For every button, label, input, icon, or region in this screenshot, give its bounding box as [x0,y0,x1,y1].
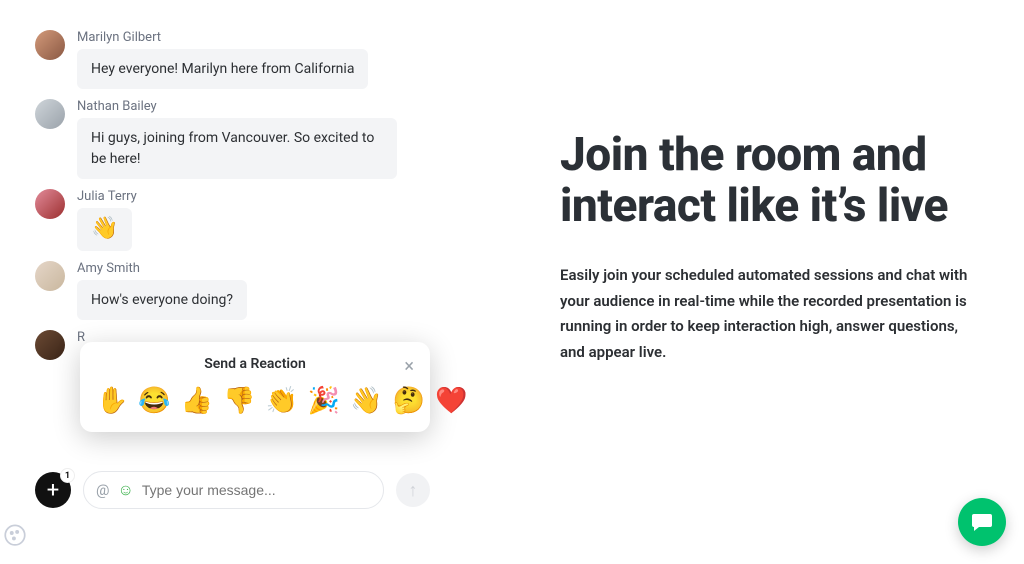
avatar [35,189,65,219]
avatar [35,99,65,129]
chat-message: Amy Smith How's everyone doing? [35,261,440,320]
add-attachment-button[interactable]: + 1 [35,472,71,508]
chat-message: Nathan Bailey Hi guys, joining from Vanc… [35,99,440,179]
message-bubble: 👋 [77,208,132,251]
close-icon[interactable]: × [404,356,414,377]
sender-name: Marilyn Gilbert [77,30,368,45]
emoji-thinking-icon[interactable]: 🤔 [393,386,425,416]
send-button[interactable]: ↑ [396,473,430,507]
mention-icon[interactable]: @ [96,481,109,499]
sender-name: Amy Smith [77,261,247,276]
sender-name: R [77,330,85,345]
chat-message: Marilyn Gilbert Hey everyone! Marilyn he… [35,30,440,89]
sender-name: Nathan Bailey [77,99,397,114]
message-input[interactable] [142,482,371,498]
cookie-icon [2,520,28,550]
avatar [35,30,65,60]
emoji-thumbs-up-icon[interactable]: 👍 [181,386,213,416]
emoji-wave-icon[interactable]: 👋 [350,386,382,416]
sender-name: Julia Terry [77,189,137,204]
chat-icon [970,510,994,534]
emoji-clap-icon[interactable]: 👏 [266,386,298,416]
emoji-wave-icon: 👋 [91,216,118,241]
chat-list: Marilyn Gilbert Hey everyone! Marilyn he… [35,30,440,360]
avatar [35,261,65,291]
message-bubble: Hey everyone! Marilyn here from Californ… [77,49,368,89]
reaction-title: Send a Reaction [204,356,306,372]
page-subcopy: Easily join your scheduled automated ses… [560,263,984,365]
message-composer: @ ☺ [83,471,384,509]
message-bubble: Hi guys, joining from Vancouver. So exci… [77,118,397,179]
support-chat-button[interactable] [958,498,1006,546]
emoji-picker-icon[interactable]: ☺ [117,480,133,500]
avatar [35,330,65,360]
attachment-badge: 1 [60,468,75,483]
emoji-confetti-icon[interactable]: 🎉 [308,386,340,416]
emoji-raised-hand-icon[interactable]: ✋ [96,386,128,416]
emoji-thumbs-down-icon[interactable]: 👎 [223,386,255,416]
plus-icon: + [47,478,59,503]
reaction-panel: Send a Reaction × ✋ 😂 👍 👎 👏 🎉 👋 🤔 ❤️ [80,342,430,432]
page-headline: Join the room and interact like it’s liv… [560,130,984,231]
message-bubble: How's everyone doing? [77,280,247,320]
emoji-heart-icon[interactable]: ❤️ [435,386,467,416]
arrow-up-icon: ↑ [409,480,418,501]
emoji-joy-icon[interactable]: 😂 [138,386,170,416]
chat-message: Julia Terry 👋 [35,189,440,251]
